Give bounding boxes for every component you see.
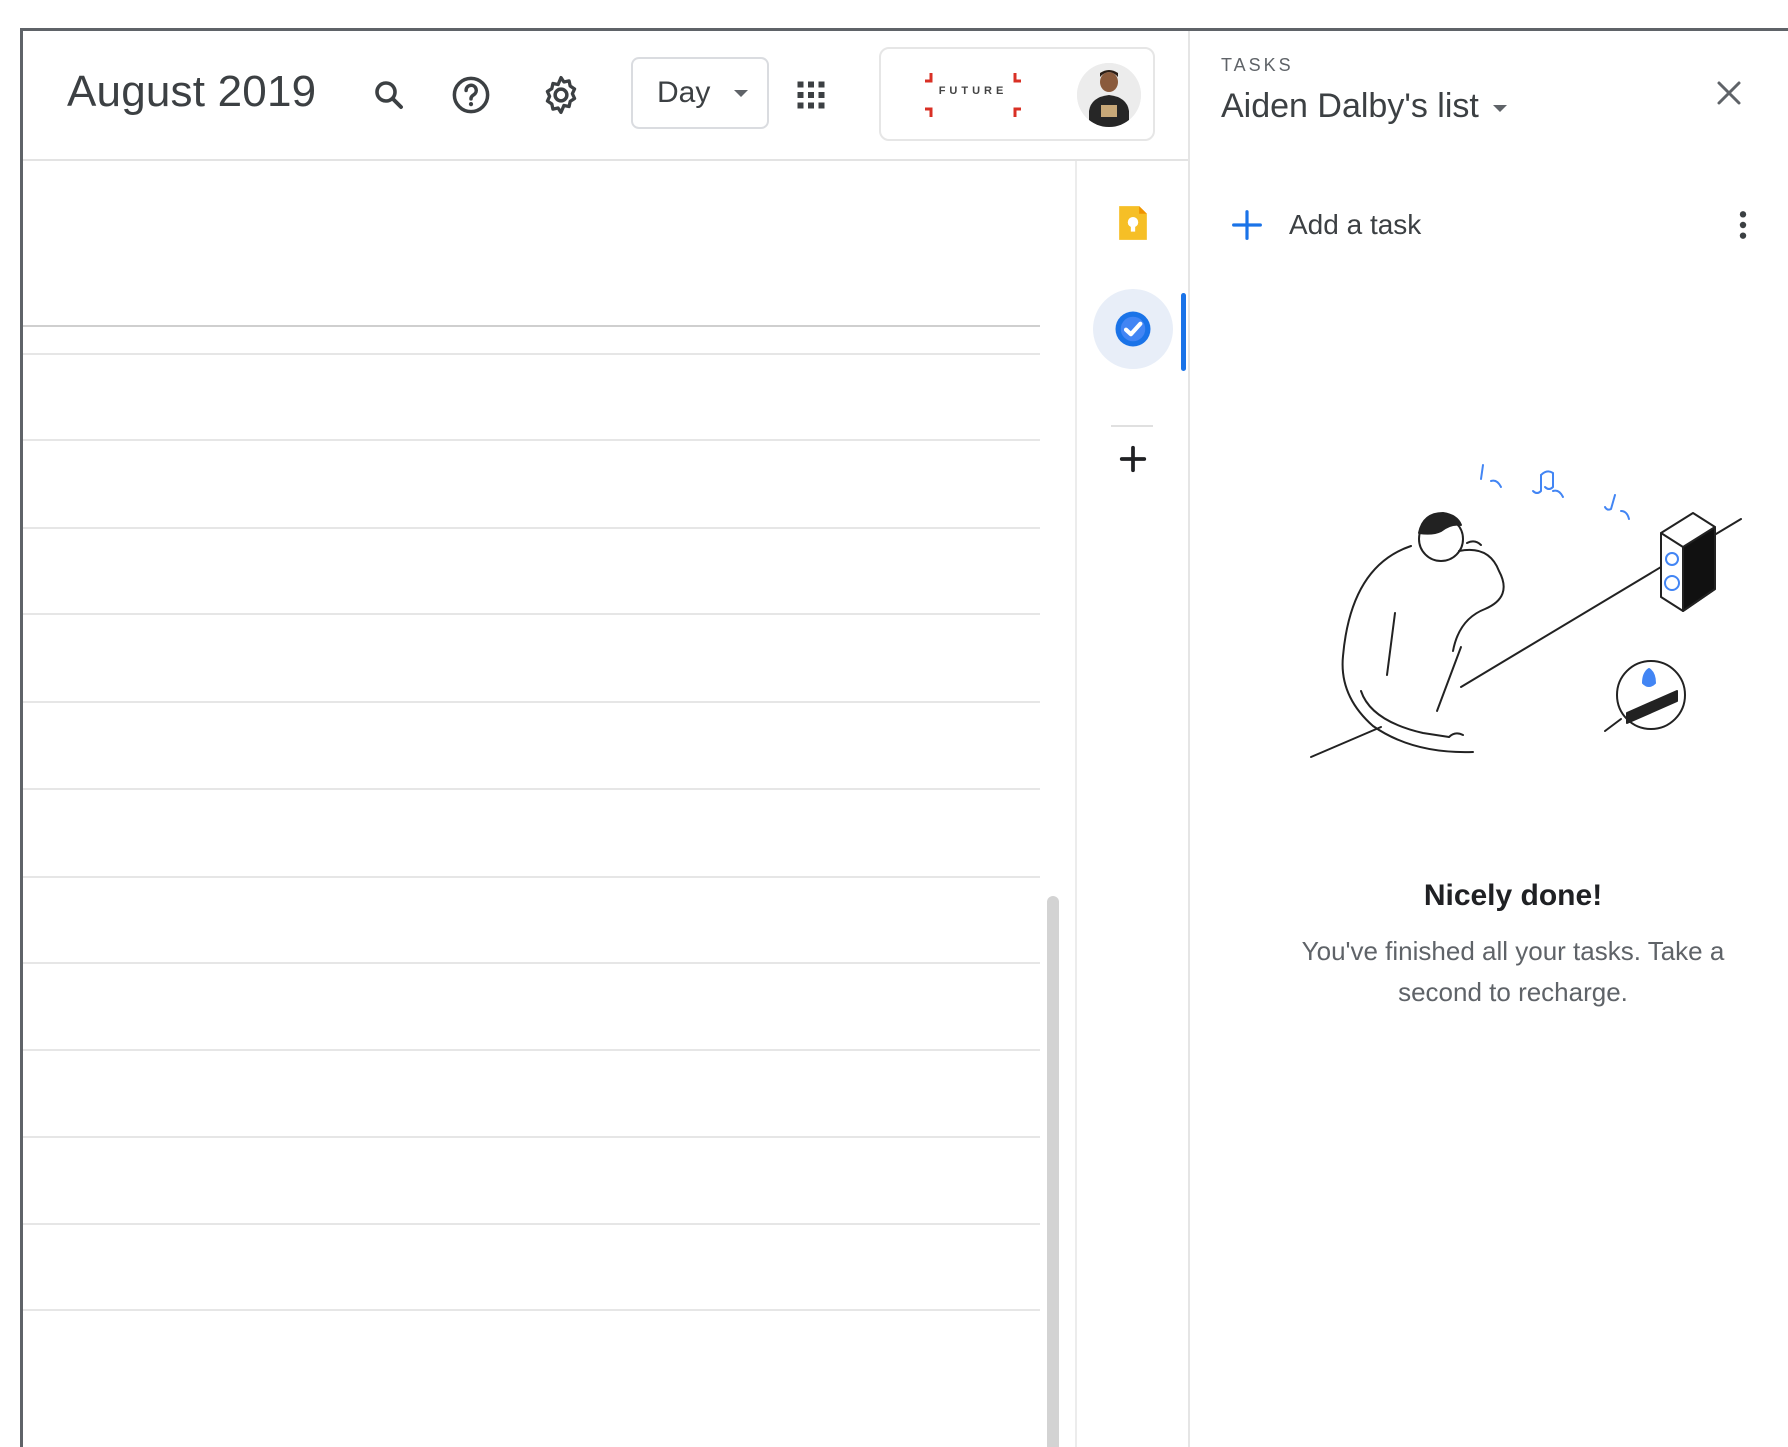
app-window: August 2019 Day FUTURE TASKS Aiden Dalby… <box>20 28 1788 1447</box>
close-icon <box>1717 81 1741 105</box>
hour-line <box>23 353 1040 355</box>
view-selector-label: Day <box>657 76 711 109</box>
relaxing-person-illustration <box>1291 451 1751 851</box>
settings-button[interactable] <box>535 69 587 121</box>
page-title: August 2019 <box>67 67 317 116</box>
more-options-button[interactable] <box>1723 197 1763 253</box>
user-photo-icon <box>1077 63 1141 127</box>
hour-line <box>23 1136 1040 1138</box>
rail-separator <box>1111 425 1153 427</box>
tasks-panel-label: TASKS <box>1221 55 1294 75</box>
hour-line <box>23 962 1040 964</box>
keep-icon <box>1119 206 1147 240</box>
hour-line <box>23 1223 1040 1225</box>
search-icon <box>375 81 403 109</box>
empty-state-message: You've finished all your tasks. Take a s… <box>1301 936 1725 1007</box>
task-list-name: Aiden Dalby's list <box>1221 87 1479 125</box>
brand-logo: FUTURE <box>921 69 1025 121</box>
hour-line <box>23 876 1040 878</box>
tasks-button[interactable] <box>1107 303 1159 355</box>
hour-line <box>23 1049 1040 1051</box>
calendar-scrollbar[interactable] <box>1047 896 1059 1447</box>
chevron-down-icon <box>734 89 749 97</box>
avatar[interactable] <box>1077 63 1141 127</box>
apps-button[interactable] <box>785 69 837 121</box>
add-icon <box>1119 445 1147 473</box>
hour-line <box>23 613 1040 615</box>
task-list-selector[interactable]: Aiden Dalby's list <box>1221 87 1507 126</box>
plus-icon <box>1232 210 1262 240</box>
tasks-panel-divider <box>1188 31 1190 1447</box>
calendar-header: August 2019 Day FUTURE <box>23 31 1188 161</box>
hour-line <box>23 701 1040 703</box>
close-panel-button[interactable] <box>1701 65 1757 121</box>
account-switcher[interactable]: FUTURE <box>879 47 1155 141</box>
add-addon-button[interactable] <box>1107 433 1159 485</box>
hour-line <box>23 527 1040 529</box>
hour-line <box>23 788 1040 790</box>
add-task-button[interactable]: Add a task <box>1231 199 1421 251</box>
hour-line <box>23 439 1040 441</box>
hour-line <box>23 1309 1040 1311</box>
settings-icon <box>545 75 577 115</box>
apps-grid-icon <box>797 81 825 109</box>
add-task-label: Add a task <box>1289 209 1422 240</box>
tasks-icon <box>1115 311 1151 347</box>
empty-state-title: Nicely done! <box>1423 879 1603 912</box>
keep-button[interactable] <box>1107 197 1159 249</box>
search-button[interactable] <box>363 69 415 121</box>
help-icon <box>452 76 490 114</box>
active-indicator <box>1181 293 1186 371</box>
chevron-down-icon <box>1492 105 1507 112</box>
calendar-day-grid[interactable] <box>23 161 1043 1447</box>
rail-divider <box>1075 161 1077 1447</box>
more-vert-icon <box>1739 211 1747 239</box>
view-selector[interactable]: Day <box>631 57 769 129</box>
help-button[interactable] <box>445 69 497 121</box>
brand-text: FUTURE <box>938 85 1008 97</box>
all-day-divider <box>23 325 1040 327</box>
